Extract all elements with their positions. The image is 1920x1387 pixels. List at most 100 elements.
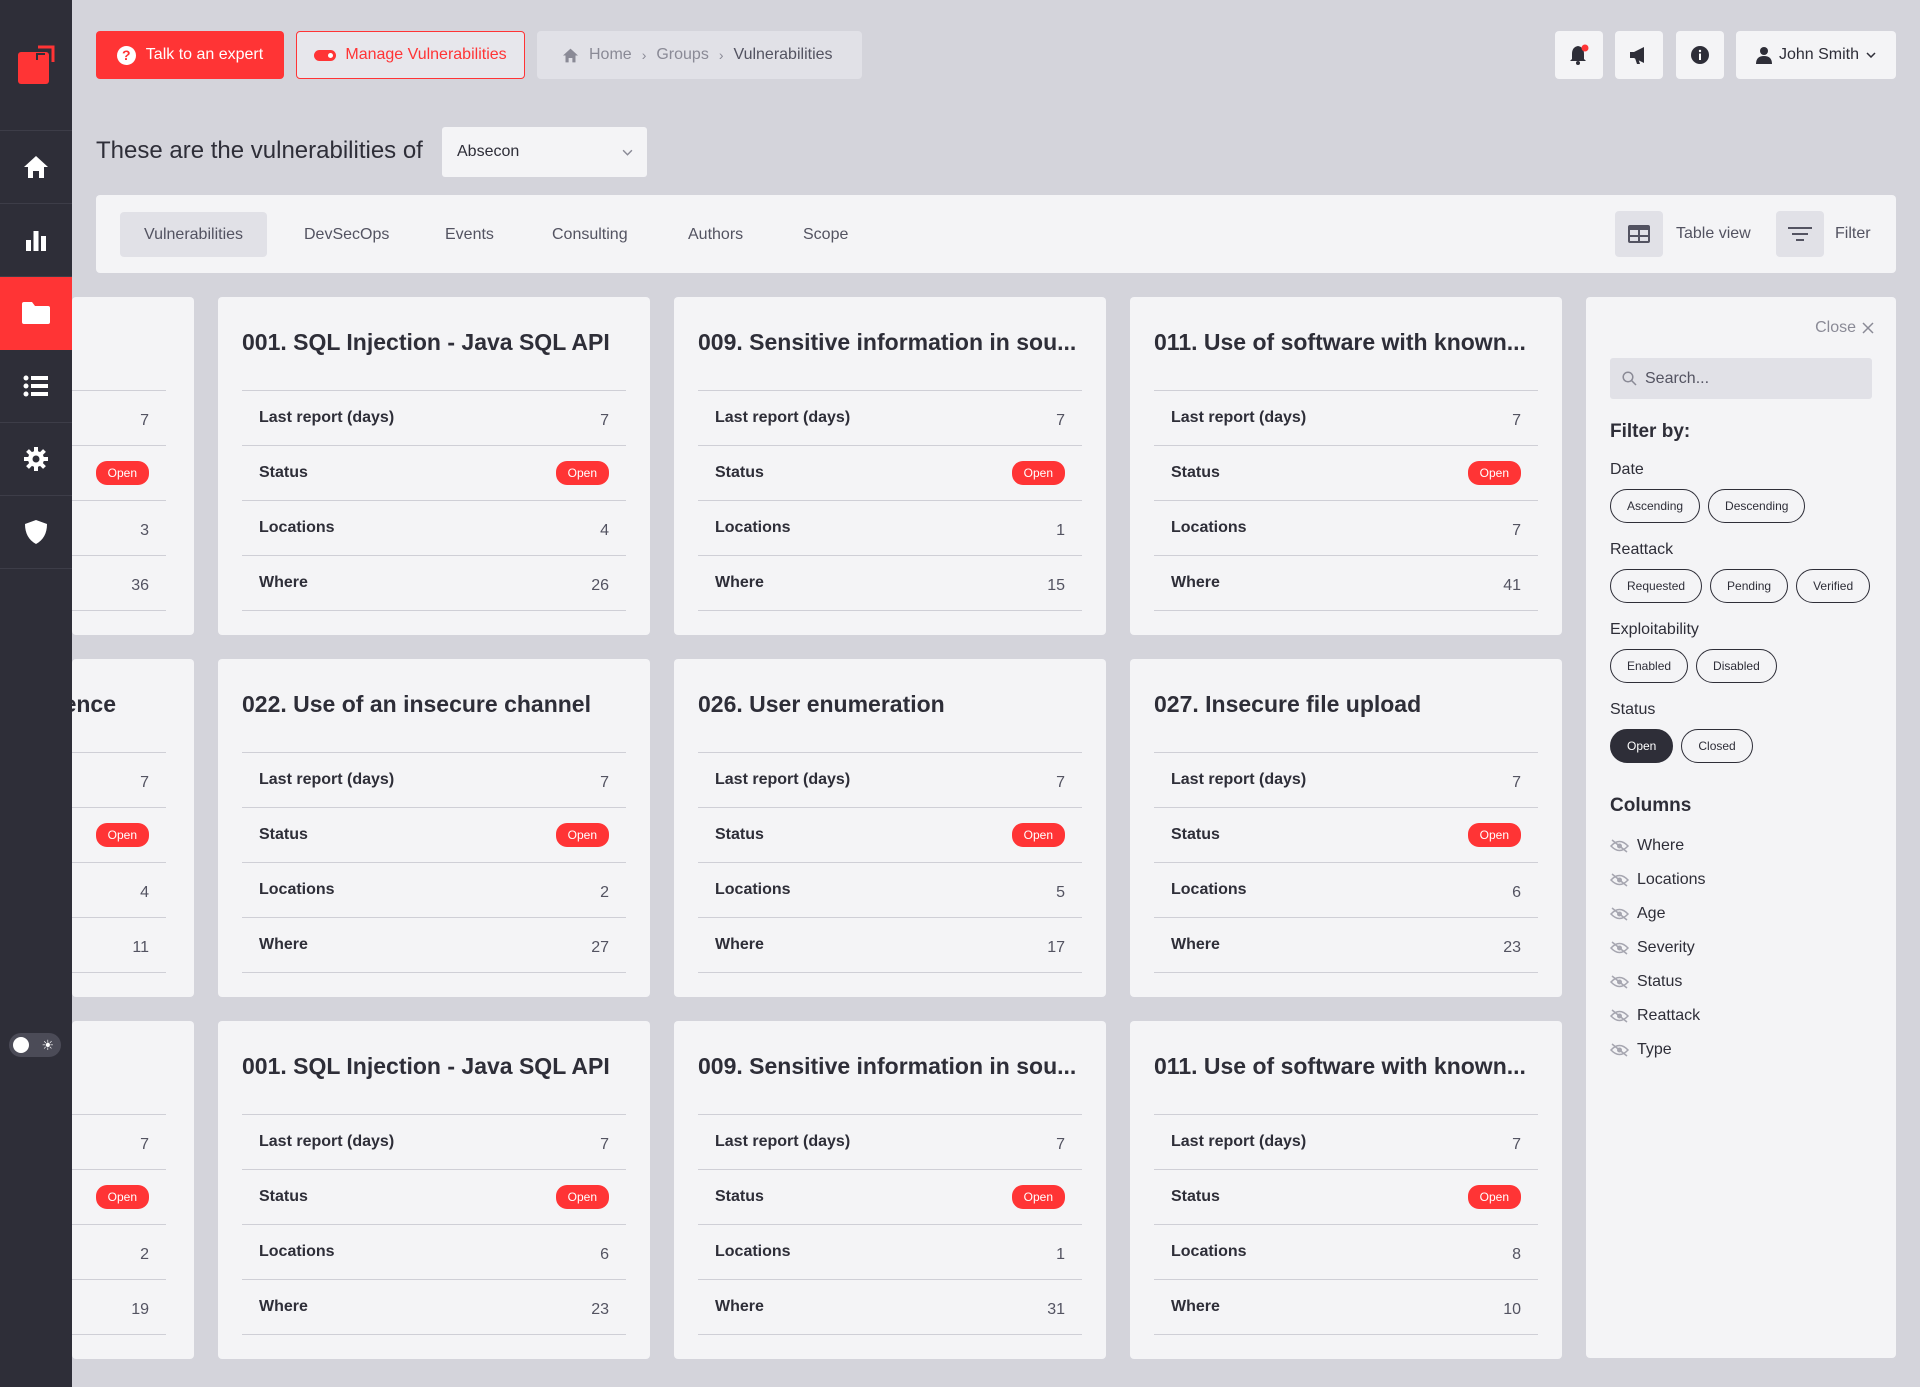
close-filter-button[interactable]: Close <box>1815 319 1874 337</box>
card-value: 7 <box>600 774 609 791</box>
chip-exploitability-disabled[interactable]: Disabled <box>1696 649 1777 683</box>
status-filter-options: Open Closed <box>1610 729 1753 763</box>
exploitability-filter-label: Exploitability <box>1610 621 1699 638</box>
tab-events[interactable]: Events <box>445 212 494 257</box>
info-button[interactable] <box>1676 31 1724 79</box>
chip-date-descending[interactable]: Descending <box>1708 489 1806 523</box>
tab-devsecops[interactable]: DevSecOps <box>304 212 389 257</box>
card-rows: Last report (days)7 StatusOpen Locations… <box>698 1114 1082 1335</box>
talk-to-expert-button[interactable]: ? Talk to an expert <box>96 31 284 79</box>
news-button[interactable] <box>1615 31 1663 79</box>
vulnerability-card[interactable]: 009. Sensitive information in sou... Las… <box>674 297 1106 635</box>
chip-date-ascending[interactable]: Ascending <box>1610 489 1701 523</box>
card-value: 7 <box>600 412 609 429</box>
card-rows: Last report (days)7 StatusOpen Locations… <box>72 1114 166 1335</box>
filter-label[interactable]: Filter <box>1835 225 1871 243</box>
status-badge: Open <box>1011 461 1065 485</box>
vulnerability-card[interactable]: 026. User enumeration Last report (days)… <box>674 659 1106 997</box>
column-name: Reattack <box>1637 1007 1701 1024</box>
card-value: 23 <box>1503 939 1521 956</box>
vulnerability-card[interactable]: 009. Sensitive information in sou... Las… <box>674 1021 1106 1359</box>
card-row-status: Status Open <box>1154 1170 1538 1225</box>
eye-slash-icon <box>1610 1043 1629 1057</box>
card-row-where: Where 15 <box>698 556 1082 611</box>
card-title: 001. SQL Injection - Java SQL API <box>242 329 610 355</box>
column-toggle-status[interactable]: Status <box>1610 973 1682 991</box>
card-label: Locations <box>259 519 335 536</box>
card-value: 31 <box>1047 1301 1065 1318</box>
card-rows: Last report (days)7 StatusOpen Locations… <box>72 752 166 973</box>
status-filter-label: Status <box>1610 701 1656 718</box>
sidebar-item-analytics[interactable] <box>0 204 72 277</box>
chip-reattack-requested[interactable]: Requested <box>1610 569 1703 603</box>
card-label: Where <box>1171 936 1220 953</box>
card-label: Last report (days) <box>1171 1133 1307 1150</box>
column-toggle-type[interactable]: Type <box>1610 1041 1672 1059</box>
notifications-button[interactable] <box>1555 31 1603 79</box>
breadcrumb-home[interactable]: Home <box>589 46 632 64</box>
filter-search[interactable] <box>1610 358 1872 399</box>
vulnerability-card[interactable]: Last report (days)7 StatusOpen Locations… <box>72 297 194 635</box>
theme-toggle[interactable]: ☀ <box>9 1033 61 1057</box>
status-badge: Open <box>1467 461 1521 485</box>
card-row-last-report: Last report (days) 7 <box>698 1115 1082 1170</box>
filter-icon <box>1788 227 1812 241</box>
vulnerability-card[interactable]: ence Last report (days)7 StatusOpen Loca… <box>72 659 194 997</box>
user-menu-button[interactable]: John Smith <box>1736 31 1896 79</box>
sidebar-item-tasks[interactable] <box>0 350 72 423</box>
card-title: 009. Sensitive information in sou... <box>698 1053 1077 1079</box>
card-label: Last report (days) <box>1171 771 1307 788</box>
card-row-status: Status Open <box>242 808 626 863</box>
card-row-where: Where 41 <box>1154 556 1538 611</box>
vulnerability-card[interactable]: Last report (days)7 StatusOpen Locations… <box>72 1021 194 1359</box>
tab-vulnerabilities[interactable]: Vulnerabilities <box>120 212 268 257</box>
card-value: 8 <box>1512 1246 1521 1263</box>
tab-authors[interactable]: Authors <box>688 212 743 257</box>
vulnerability-card[interactable]: 011. Use of software with known... Last … <box>1130 297 1562 635</box>
reattack-filter-label: Reattack <box>1610 541 1674 558</box>
table-view-button[interactable] <box>1615 211 1663 257</box>
status-badge: Open <box>95 461 149 485</box>
vulnerability-card[interactable]: 001. SQL Injection - Java SQL API Last r… <box>218 297 650 635</box>
breadcrumb: Home › Groups › Vulnerabilities <box>537 31 862 79</box>
column-toggle-reattack[interactable]: Reattack <box>1610 1007 1700 1025</box>
vulnerability-card[interactable]: 001. SQL Injection - Java SQL API Last r… <box>218 1021 650 1359</box>
column-toggle-severity[interactable]: Severity <box>1610 939 1695 957</box>
chip-reattack-verified[interactable]: Verified <box>1796 569 1871 603</box>
card-rows: Last report (days)7 StatusOpen Locations… <box>1154 752 1538 973</box>
card-title: 011. Use of software with known... <box>1154 329 1526 355</box>
sidebar-item-home[interactable] <box>0 131 72 204</box>
chip-status-closed[interactable]: Closed <box>1681 729 1753 763</box>
chip-exploitability-enabled[interactable]: Enabled <box>1610 649 1689 683</box>
column-toggle-locations[interactable]: Locations <box>1610 871 1706 889</box>
eye-slash-icon <box>1610 839 1629 853</box>
card-value: 17 <box>1047 939 1065 956</box>
talk-to-expert-label: Talk to an expert <box>145 46 264 63</box>
tab-consulting[interactable]: Consulting <box>552 212 628 257</box>
breadcrumb-groups[interactable]: Groups <box>656 46 708 64</box>
tab-scope[interactable]: Scope <box>803 212 848 257</box>
filter-button[interactable] <box>1776 211 1824 257</box>
vulnerability-card[interactable]: 011. Use of software with known... Last … <box>1130 1021 1562 1359</box>
filter-search-input[interactable] <box>1645 369 1845 388</box>
table-view-label[interactable]: Table view <box>1676 225 1751 243</box>
card-row-last-report: Last report (days) 7 <box>698 753 1082 808</box>
filter-panel: Close Filter by: Date Ascending Descendi… <box>1586 297 1896 1358</box>
vulnerability-card[interactable]: 027. Insecure file upload Last report (d… <box>1130 659 1562 997</box>
chip-status-open[interactable]: Open <box>1610 729 1674 763</box>
sidebar-item-settings[interactable] <box>0 423 72 496</box>
card-row-where: Where 23 <box>242 1280 626 1335</box>
sidebar-item-security[interactable] <box>0 496 72 569</box>
card-label: Where <box>1171 1298 1220 1315</box>
logo[interactable] <box>0 0 72 131</box>
status-badge: Open <box>95 1185 149 1209</box>
sidebar-item-groups[interactable] <box>0 277 72 350</box>
manage-vulnerabilities-button[interactable]: Manage Vulnerabilities <box>296 31 525 79</box>
chip-reattack-pending[interactable]: Pending <box>1710 569 1789 603</box>
column-toggle-age[interactable]: Age <box>1610 905 1665 923</box>
card-row-locations: Locations 5 <box>698 863 1082 918</box>
vulnerability-card[interactable]: 022. Use of an insecure channel Last rep… <box>218 659 650 997</box>
status-badge: Open <box>555 1185 609 1209</box>
column-toggle-where[interactable]: Where <box>1610 837 1684 855</box>
group-select[interactable]: Absecon <box>442 127 647 177</box>
